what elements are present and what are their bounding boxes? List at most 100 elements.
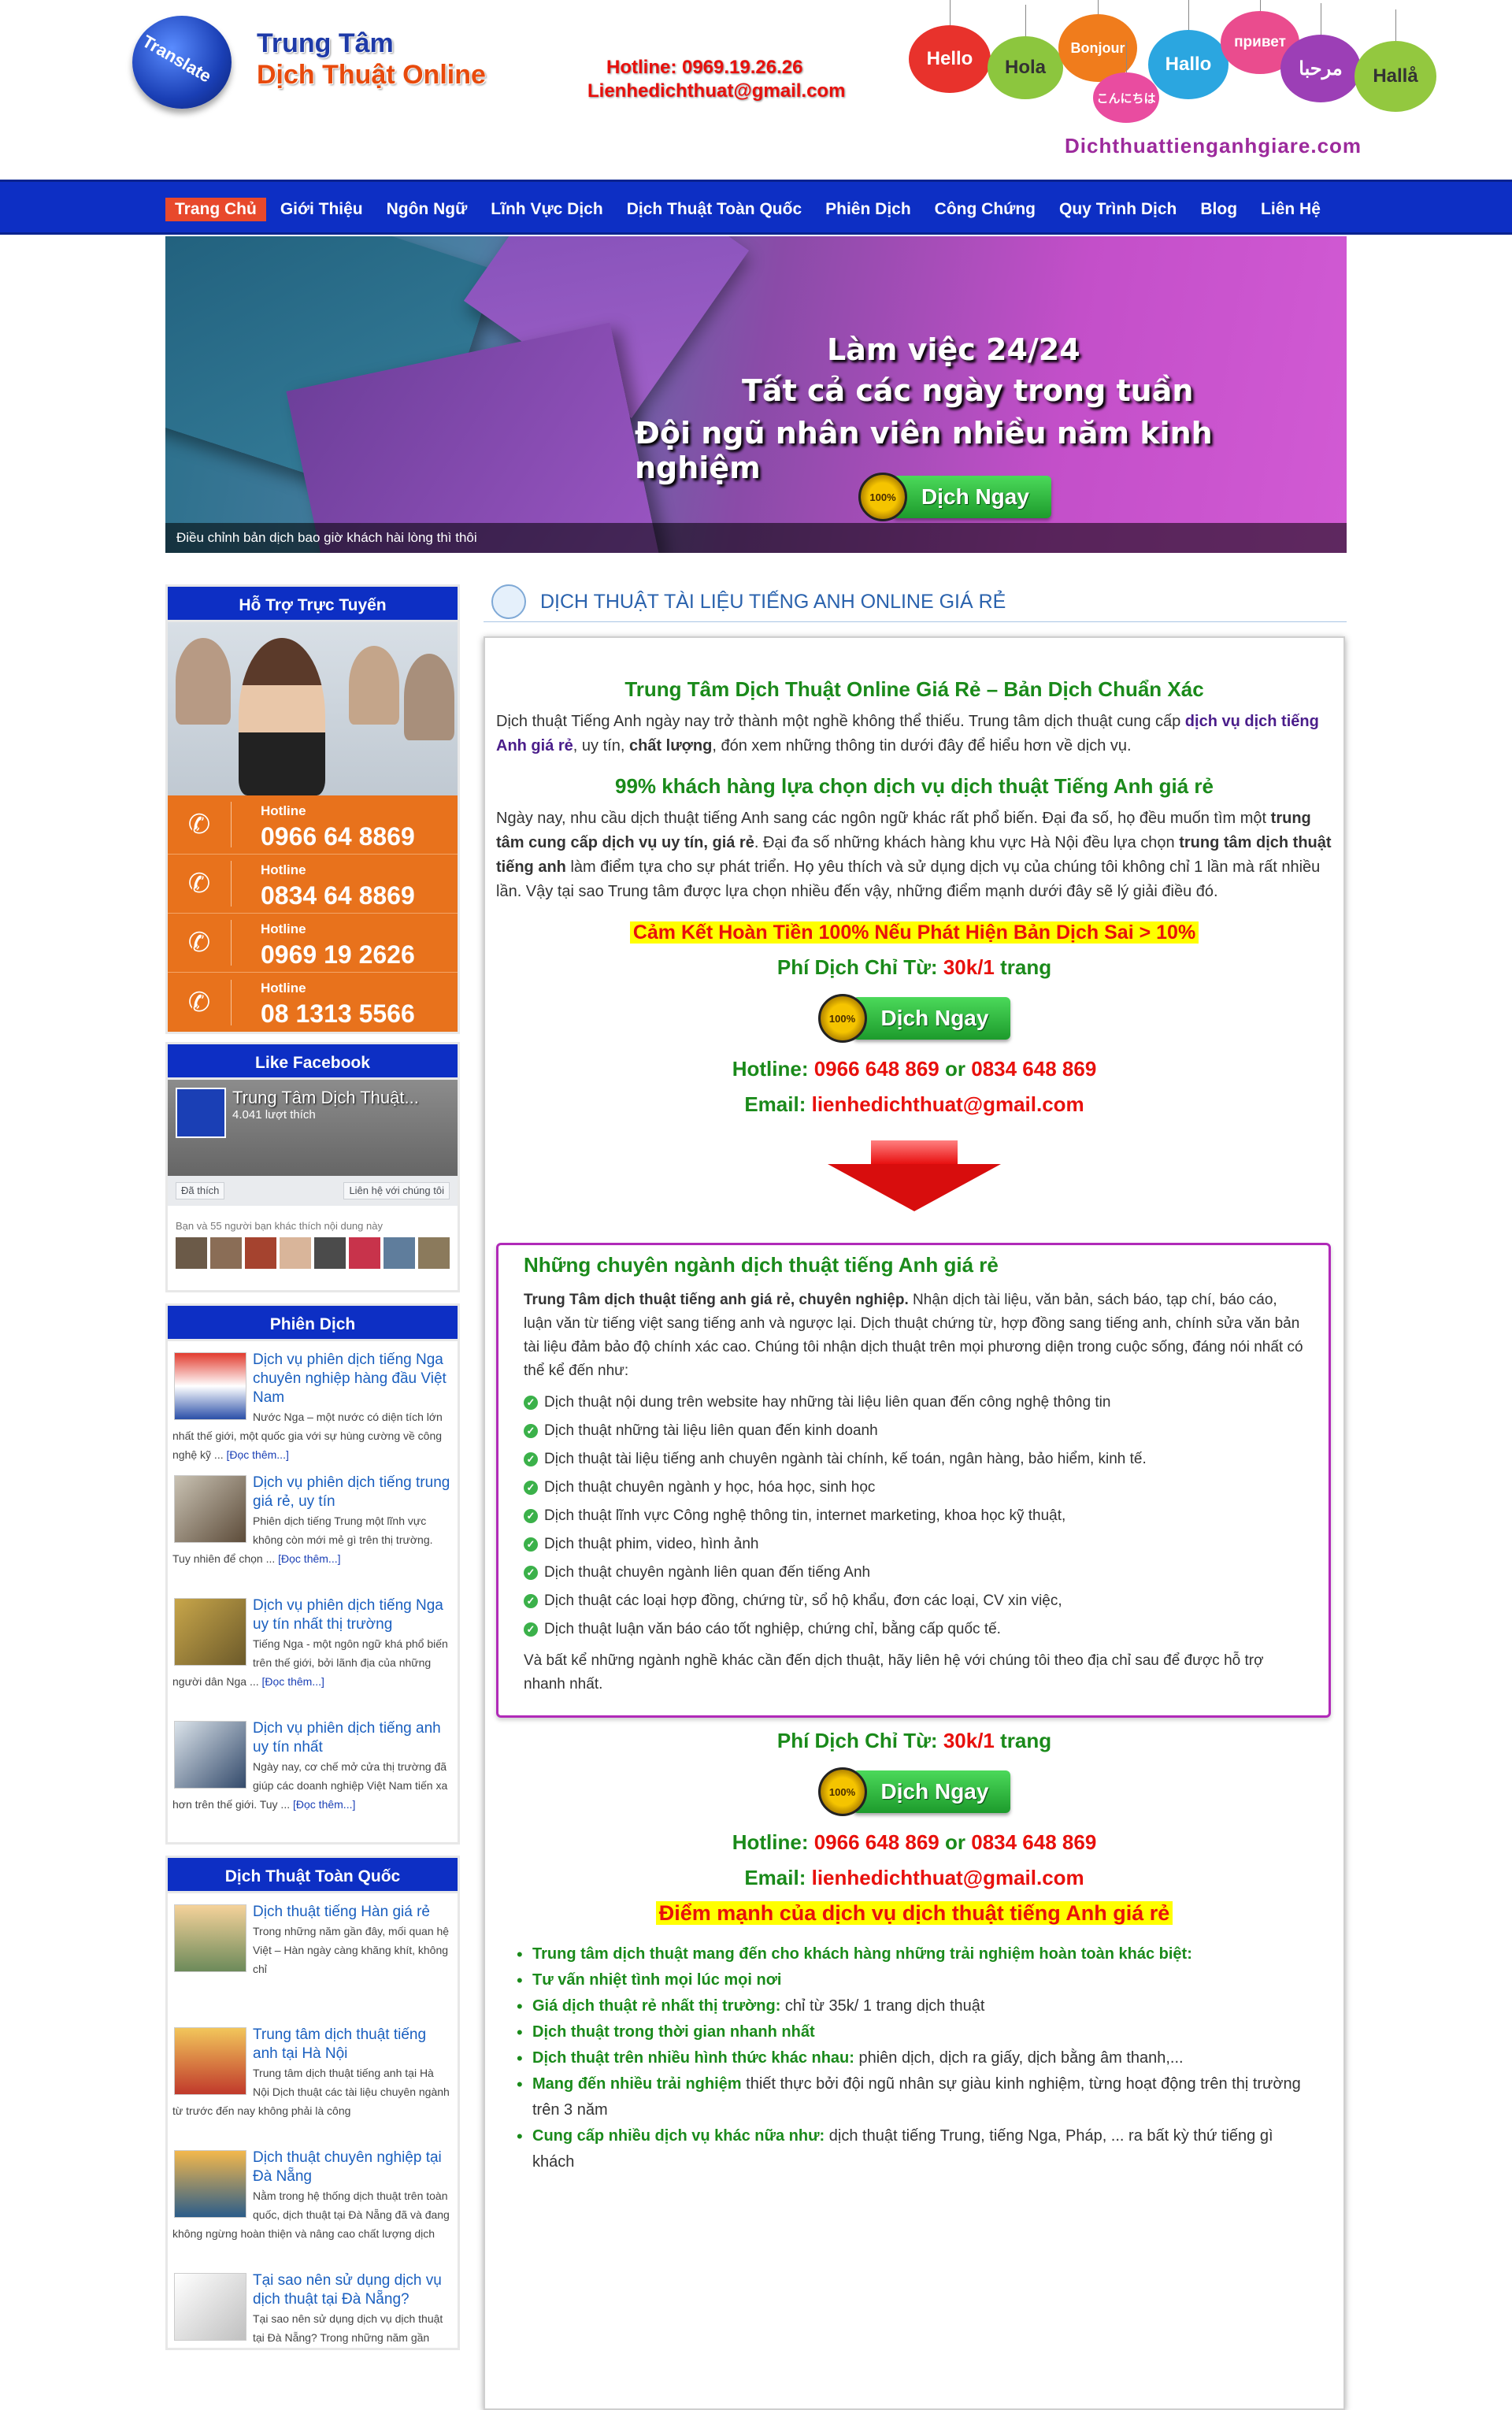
- list-item: Mang đến nhiều trải nghiệm thiết thực bở…: [517, 2071, 1312, 2123]
- box-outro: Và bất kể những ngành nghề khác cần đến …: [524, 1652, 1264, 1693]
- list-item: ✓ Dịch thuật luận văn báo cáo tốt nghiệp,…: [524, 1621, 1305, 1638]
- hero-banner[interactable]: Làm việc 24/24 Tất cả các ngày trong tuầ…: [165, 236, 1347, 553]
- email-line: Email: lienhedichthuat@gmail.com: [744, 1092, 1084, 1116]
- avatar[interactable]: [245, 1237, 276, 1269]
- strengths-list: Trung tâm dịch thuật mang đến cho khách …: [485, 1941, 1343, 2175]
- nav-lien-he[interactable]: Liên Hệ: [1251, 198, 1330, 221]
- list-item: ✓ Dịch thuật phim, video, hình ảnh: [524, 1536, 1305, 1553]
- nav-linh-vuc-dich[interactable]: Lĩnh Vực Dịch: [481, 198, 612, 221]
- sidebar: Hỗ Trợ Trực Tuyến ✆ Hotline 0966 64 8869 ✆…: [165, 584, 460, 2350]
- header-hotline[interactable]: Hotline: 0969.19.26.26: [606, 57, 802, 79]
- list-item: Dịch vụ phiên dịch tiếng anh uy tín nhất…: [172, 1715, 453, 1833]
- nav-ngon-ngu[interactable]: Ngôn Ngữ: [377, 198, 477, 221]
- post-thumbnail[interactable]: [174, 1721, 246, 1789]
- nav-quy-trinh-dich[interactable]: Quy Trình Dịch: [1050, 198, 1186, 221]
- bubble-hello: Hello: [909, 0, 991, 93]
- fb-liked-button[interactable]: Đã thích: [176, 1182, 225, 1199]
- header-email[interactable]: Lienhedichthuat@gmail.com: [587, 80, 845, 102]
- read-more-link[interactable]: [Đọc thêm...]: [226, 1448, 288, 1461]
- nav-trang-chu[interactable]: Trang Chủ: [165, 198, 266, 221]
- read-more-link[interactable]: [Đọc thêm...]: [293, 1798, 355, 1811]
- list-item: Tại sao nên sử dụng dịch vụ dịch thuật t…: [172, 2267, 453, 2348]
- avatar[interactable]: [349, 1237, 380, 1269]
- check-icon: ✓: [524, 1622, 538, 1637]
- post-excerpt: Trong những năm gần đây, mối quan hệ Việ…: [253, 1925, 450, 1975]
- nav-blog[interactable]: Blog: [1191, 198, 1247, 221]
- hotline-number: 0966 64 8869: [261, 822, 415, 851]
- phone-icon: ✆: [187, 987, 211, 1018]
- logo-line1[interactable]: Trung Tâm: [257, 28, 394, 59]
- avatar[interactable]: [314, 1237, 346, 1269]
- fb-page-name[interactable]: Trung Tâm Dịch Thuật...: [232, 1088, 419, 1108]
- phone-icon: ✆: [187, 869, 211, 899]
- post-excerpt: Tại sao nên sử dụng dịch vụ dịch thuật t…: [253, 2312, 443, 2344]
- avatar[interactable]: [280, 1237, 311, 1269]
- bubble-hola: Hola: [988, 5, 1063, 99]
- hotline-item[interactable]: ✆ Hotline 08 1313 5566: [168, 973, 458, 1032]
- bubble-arabic: مرحبا: [1280, 3, 1361, 102]
- logo-icon[interactable]: Translate: [132, 16, 232, 109]
- read-more-link[interactable]: [Đọc thêm...]: [278, 1552, 340, 1565]
- nav-gioi-thieu[interactable]: Giới Thiệu: [271, 198, 372, 221]
- avatar[interactable]: [384, 1237, 415, 1269]
- hotline-value[interactable]: 0966 648 869: [814, 1057, 939, 1081]
- post-thumbnail[interactable]: [174, 2027, 246, 2095]
- nav-cong-chung[interactable]: Công Chứng: [925, 198, 1045, 221]
- check-icon: ✓: [524, 1396, 538, 1410]
- paragraph-1: Dịch thuật Tiếng Anh ngày nay trở thành …: [496, 713, 1319, 755]
- hotline-number: 0834 64 8869: [261, 881, 415, 910]
- avatar[interactable]: [418, 1237, 450, 1269]
- read-more-link[interactable]: [Đọc thêm...]: [262, 1675, 324, 1688]
- list-item: Dịch thuật trên nhiều hình thức khác nha…: [517, 2045, 1312, 2071]
- hotline-item[interactable]: ✆ Hotline 0834 64 8869: [168, 855, 458, 914]
- post-thumbnail[interactable]: [174, 1598, 246, 1666]
- hotline-value[interactable]: 0834 648 869: [971, 1830, 1096, 1854]
- email-value[interactable]: lienhedichthuat@gmail.com: [812, 1866, 1084, 1889]
- check-icon: ✓: [524, 1509, 538, 1523]
- post-thumbnail[interactable]: [174, 1475, 246, 1543]
- nav-dich-thuat-toan-quoc[interactable]: Dịch Thuật Toàn Quốc: [617, 198, 811, 221]
- section-heading: DỊCH THUẬT TÀI LIỆU TIẾNG ANH ONLINE GIÁ…: [484, 581, 1347, 622]
- hotline-item[interactable]: ✆ Hotline 0966 64 8869: [168, 795, 458, 855]
- list-item: Trung tâm dịch thuật mang đến cho khách …: [517, 1941, 1312, 1967]
- article-h2: 99% khách hàng lựa chọn dịch vụ dịch thu…: [615, 774, 1214, 798]
- dich-ngay-label: Dịch Ngay: [852, 997, 1011, 1040]
- post-thumbnail[interactable]: [174, 1904, 246, 1972]
- fb-title: Like Facebook: [165, 1042, 460, 1080]
- check-icon: ✓: [524, 1537, 538, 1552]
- hotline-item[interactable]: ✆ Hotline 0969 19 2626: [168, 914, 458, 973]
- avatar[interactable]: [176, 1237, 207, 1269]
- dich-ngay-label: Dịch Ngay: [852, 1770, 1011, 1813]
- fb-contact-button[interactable]: Liên hệ với chúng tôi: [343, 1182, 450, 1199]
- banner-line2: Tất cả các ngày trong tuần: [742, 373, 1194, 408]
- email-value[interactable]: lienhedichthuat@gmail.com: [812, 1092, 1084, 1116]
- check-icon: ✓: [524, 1566, 538, 1580]
- hotline-value[interactable]: 0966 648 869: [814, 1830, 939, 1854]
- down-arrow-icon: [828, 1140, 1001, 1211]
- main-nav: Trang Chủ Giới Thiệu Ngôn Ngữ Lĩnh Vực D…: [0, 180, 1512, 235]
- refund-promise: Cảm Kết Hoàn Tiền 100% Nếu Phát Hiện Bản…: [485, 921, 1343, 944]
- post-thumbnail[interactable]: [174, 1352, 246, 1420]
- post-thumbnail[interactable]: [174, 2150, 246, 2218]
- list-item: ✓ Dịch thuật chuyên ngành liên quan đến t…: [524, 1564, 1305, 1581]
- person-figure: [404, 654, 454, 740]
- hotline-value[interactable]: 0834 648 869: [971, 1057, 1096, 1081]
- nav-phien-dich[interactable]: Phiên Dịch: [816, 198, 921, 221]
- list-item: Cung cấp nhiều dịch vụ khác nữa như: dịc…: [517, 2123, 1312, 2175]
- list-item: ✓ Dịch thuật những tài liệu liên quan đến…: [524, 1422, 1305, 1440]
- dich-ngay-button[interactable]: 100% Dịch Ngay: [817, 1767, 1011, 1816]
- list-item: Dịch vụ phiên dịch tiếng Nga chuyên nghi…: [172, 1346, 453, 1464]
- fb-cover[interactable]: Trung Tâm Dịch Thuật... 4.041 lượt thích…: [168, 1080, 458, 1206]
- specialties-box: Những chuyên ngành dịch thuật tiếng Anh …: [496, 1243, 1331, 1718]
- logo-line2[interactable]: Dịch Thuật Online: [257, 60, 486, 91]
- hotline-line: Hotline: 0966 648 869 or 0834 648 869: [732, 1057, 1097, 1081]
- site-url[interactable]: Dichthuattienganhgiare.com: [1065, 134, 1362, 158]
- post-thumbnail[interactable]: [174, 2273, 246, 2341]
- avatar[interactable]: [210, 1237, 242, 1269]
- banner-dich-ngay-button[interactable]: 100% Dịch Ngay: [858, 473, 1051, 521]
- dich-ngay-button[interactable]: 100% Dịch Ngay: [817, 994, 1011, 1043]
- hotline-list: ✆ Hotline 0966 64 8869 ✆ Hotline 0834 64 886…: [165, 795, 460, 1034]
- paragraph-2: Ngày nay, nhu cầu dịch thuật tiếng Anh s…: [496, 810, 1332, 900]
- fb-likes: 4.041 lượt thích: [232, 1108, 316, 1122]
- list-item: Dịch vụ phiên dịch tiếng trung giá rẻ, u…: [172, 1469, 453, 1587]
